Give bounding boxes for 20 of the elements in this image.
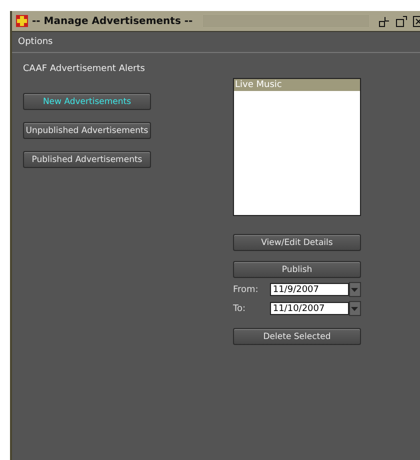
- date-label: From:: [233, 284, 260, 294]
- maximize-icon[interactable]: [396, 16, 407, 26]
- menu-item[interactable]: Options: [18, 37, 53, 47]
- section-heading: CAAF Advertisement Alerts: [23, 64, 146, 74]
- dropdown-button[interactable]: [348, 282, 361, 297]
- nav-button[interactable]: New Advertisements: [23, 93, 151, 110]
- nav-button[interactable]: Published Advertisements: [23, 151, 151, 168]
- date-field[interactable]: 11/9/2007: [270, 283, 349, 296]
- date-label: To:: [233, 304, 247, 314]
- restore-icon[interactable]: [379, 16, 390, 26]
- publish-button[interactable]: Publish: [233, 261, 361, 278]
- window-title: -- Manage Advertisements --: [32, 16, 193, 26]
- dropdown-button[interactable]: [348, 301, 361, 316]
- date-field[interactable]: 11/10/2007: [270, 302, 349, 315]
- nav-button[interactable]: Unpublished Advertisements: [23, 122, 151, 139]
- app-icon: [16, 15, 28, 27]
- caret-icon: [351, 306, 358, 310]
- view-edit-button[interactable]: View/Edit Details: [233, 234, 361, 251]
- caret-icon: [351, 288, 358, 292]
- delete-button[interactable]: Delete Selected: [233, 328, 361, 345]
